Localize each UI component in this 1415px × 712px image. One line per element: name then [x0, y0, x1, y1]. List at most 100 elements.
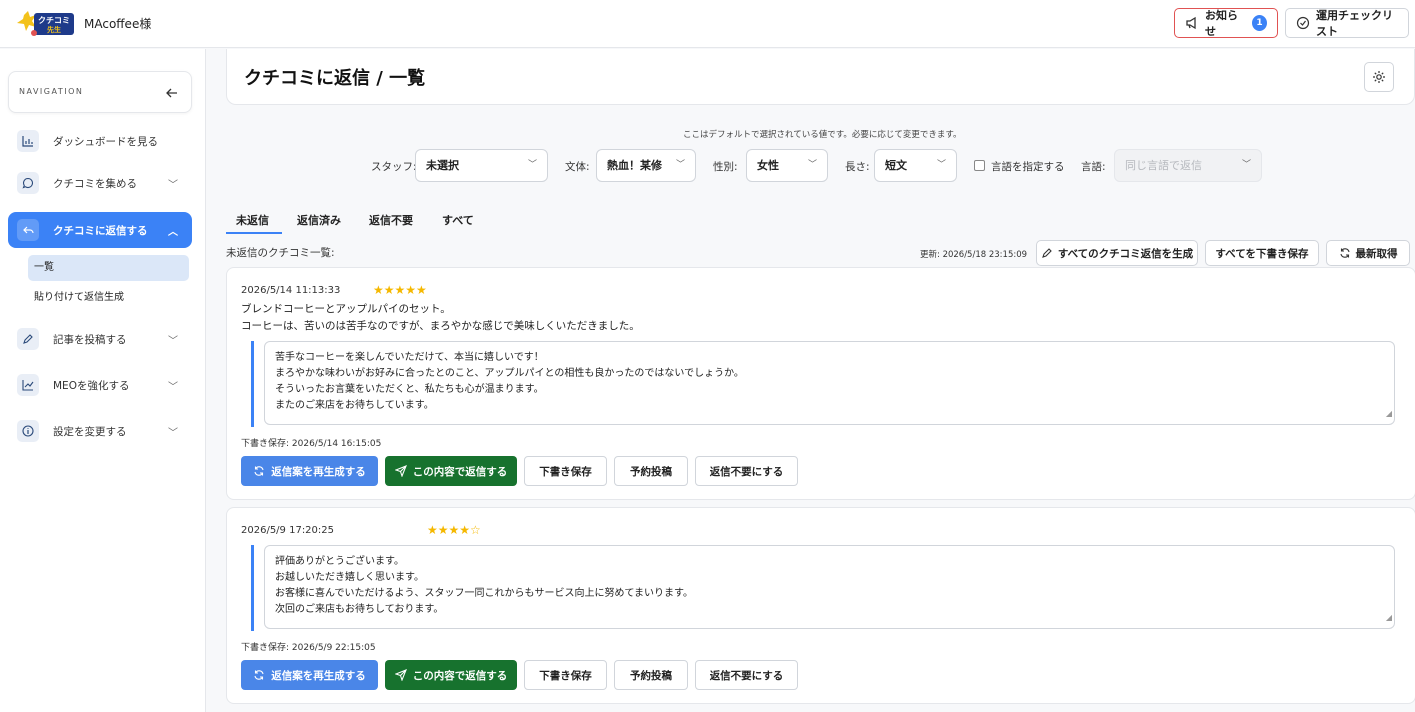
resize-grip-icon[interactable]: ◢: [1386, 406, 1392, 422]
navigation-title: NAVIGATION: [19, 87, 84, 96]
save-draft-button[interactable]: 下書き保存: [524, 456, 607, 486]
notice-label: お知らせ: [1205, 9, 1238, 38]
checklist-label: 運用チェックリスト: [1316, 9, 1393, 38]
language-select: 同じ言語で返信 ﹀: [1114, 149, 1262, 182]
language-label: 言語:: [1081, 161, 1106, 173]
chevron-down-icon: ﹀: [168, 428, 178, 439]
generate-all-button[interactable]: すべてのクチコミ返信を生成: [1036, 240, 1198, 266]
send-icon: [394, 465, 407, 477]
save-all-drafts-button[interactable]: すべてを下書き保存: [1205, 240, 1319, 266]
chevron-down-icon: ﹀: [168, 336, 178, 347]
sidebar-item-label: クチコミを集める: [53, 177, 137, 190]
sidebar-item-settings[interactable]: 設定を変更する ﹀: [8, 413, 192, 449]
regenerate-button[interactable]: 返信案を再生成する: [241, 456, 378, 486]
regenerate-label: 返信案を再生成する: [271, 465, 366, 478]
chevron-down-icon: ﹀: [1241, 160, 1251, 170]
brand-logo[interactable]: クチコミ 先生: [14, 9, 78, 39]
refresh-label: 最新取得: [1355, 247, 1398, 260]
save-all-label: すべてを下書き保存: [1215, 247, 1309, 260]
sidebar-item-dashboard[interactable]: ダッシュボードを見る: [8, 123, 192, 159]
schedule-post-button[interactable]: 予約投稿: [614, 660, 688, 690]
info-icon: [17, 420, 39, 442]
draft-saved-timestamp: 下書き保存: 2026/5/14 16:15:05: [241, 439, 382, 449]
resize-grip-icon[interactable]: ◢: [1386, 610, 1392, 626]
chevron-down-icon: ﹀: [527, 160, 537, 170]
staff-select-value: 未選択: [426, 159, 459, 172]
chat-bubble-icon: [17, 172, 39, 194]
length-select-value: 短文: [885, 159, 907, 172]
settings-button[interactable]: [1364, 62, 1394, 92]
chevron-down-icon: ﹀: [168, 382, 178, 393]
gender-label: 性別:: [713, 161, 738, 173]
send-icon: [394, 669, 407, 681]
top-bar: クチコミ 先生 MAcoffee様 お知らせ 1 運用チェックリスト: [0, 0, 1415, 48]
sidebar-item-collect-reviews[interactable]: クチコミを集める ﹀: [8, 165, 192, 201]
language-checkbox[interactable]: [974, 160, 985, 171]
check-circle-icon: [1296, 16, 1310, 30]
page-title: クチコミに返信 / 一覧: [244, 68, 426, 89]
svg-text:クチコミ: クチコミ: [38, 15, 70, 25]
length-select[interactable]: 短文 ﹀: [874, 149, 957, 182]
sidebar-subitem-list[interactable]: 一覧: [28, 255, 189, 281]
notice-count-badge: 1: [1252, 15, 1267, 31]
chevron-up-icon: ︿: [168, 227, 178, 238]
filter-note: ここはデフォルトで選択されている値です。必要に応じて変更できます。: [683, 130, 962, 140]
reply-line: そういったお言葉をいただくと、私たちも心が温まります。: [275, 384, 544, 395]
reply-label: この内容で返信する: [412, 465, 508, 478]
checklist-button[interactable]: 運用チェックリスト: [1285, 8, 1409, 38]
staff-label: スタッフ:: [371, 161, 417, 173]
tab-no-reply-needed[interactable]: 返信不要: [369, 212, 413, 228]
reply-indicator-bar: [251, 341, 254, 427]
review-date: 2026/5/14 11:13:33: [241, 285, 341, 296]
notice-button[interactable]: お知らせ 1: [1174, 8, 1278, 38]
chevron-down-icon: ﹀: [675, 160, 685, 170]
review-text-line: コーヒーは、苦いのは苦手なのですが、まろやかな感じで美味しくいただきました。: [241, 320, 640, 332]
schedule-post-button[interactable]: 予約投稿: [614, 456, 688, 486]
no-reply-button[interactable]: 返信不要にする: [695, 660, 798, 690]
review-date: 2026/5/9 17:20:25: [241, 525, 335, 536]
sidebar-item-post-article[interactable]: 記事を投稿する ﹀: [8, 321, 192, 357]
star-rating: ★★★★★: [373, 283, 427, 297]
reply-with-this-button[interactable]: この内容で返信する: [385, 660, 517, 690]
no-reply-button[interactable]: 返信不要にする: [695, 456, 798, 486]
review-card: 2026/5/9 17:20:25 ★★★★☆ 評価ありがとうございます。 お越…: [226, 507, 1415, 704]
bar-chart-icon: [17, 130, 39, 152]
sidebar-item-reply-reviews[interactable]: クチコミに返信する ︿: [8, 212, 192, 248]
company-name: MAcoffee様: [84, 17, 152, 31]
updated-timestamp: 更新: 2026/5/18 23:15:09: [920, 250, 1028, 260]
active-tab-indicator: [226, 232, 282, 234]
regenerate-label: 返信案を再生成する: [271, 669, 366, 682]
tab-unreplied[interactable]: 未返信: [236, 212, 269, 228]
generate-all-label: すべてのクチコミ返信を生成: [1057, 247, 1194, 260]
length-label: 長さ:: [845, 161, 870, 173]
sidebar-item-label: MEOを強化する: [53, 379, 130, 392]
refresh-button[interactable]: 最新取得: [1326, 240, 1410, 266]
sidebar-subitem-paste-generate[interactable]: 貼り付けて返信生成: [28, 285, 189, 311]
line-chart-icon: [17, 374, 39, 396]
reply-line: 苦手なコーヒーを楽しんでいただけて、本当に嬉しいです！: [275, 352, 544, 363]
reply-label: この内容で返信する: [412, 669, 508, 682]
chevron-down-icon: ﹀: [936, 160, 946, 170]
regenerate-button[interactable]: 返信案を再生成する: [241, 660, 378, 690]
reply-textarea[interactable]: 苦手なコーヒーを楽しんでいただけて、本当に嬉しいです！ まろやかな味わいがお好み…: [264, 341, 1395, 425]
reply-with-this-button[interactable]: この内容で返信する: [385, 456, 517, 486]
navigation-header: NAVIGATION: [8, 71, 192, 113]
save-draft-button[interactable]: 下書き保存: [524, 660, 607, 690]
reply-textarea[interactable]: 評価ありがとうございます。 お越しいただき嬉しく思います。 お客様に喜んでいただ…: [264, 545, 1395, 629]
sidebar-item-meo[interactable]: MEOを強化する ﹀: [8, 367, 192, 403]
refresh-icon: [253, 465, 265, 477]
megaphone-icon: [1185, 16, 1199, 30]
svg-text:先生: 先生: [47, 25, 61, 34]
staff-select[interactable]: 未選択 ﹀: [415, 149, 548, 182]
tab-replied[interactable]: 返信済み: [297, 212, 341, 228]
sidebar: NAVIGATION ダッシュボードを見る クチコミを集める ﹀ クチコミに返信…: [0, 49, 206, 712]
main-content: クチコミに返信 / 一覧 ここはデフォルトで選択されている値です。必要に応じて変…: [207, 49, 1415, 712]
list-label: 未返信のクチコミ一覧:: [226, 247, 335, 259]
reply-line: まろやかな味わいがお好みに合ったとのこと、アップルパイとの相性も良かったのではな…: [275, 368, 744, 379]
style-select[interactable]: 熱血！某修 ﹀: [596, 149, 696, 182]
review-text-line: ブレンドコーヒーとアップルパイのセット。: [241, 303, 451, 315]
gender-select[interactable]: 女性 ﹀: [746, 149, 828, 182]
style-select-value: 熱血！某修: [607, 159, 662, 172]
tab-all[interactable]: すべて: [442, 212, 474, 228]
collapse-arrow-icon[interactable]: [161, 82, 183, 104]
